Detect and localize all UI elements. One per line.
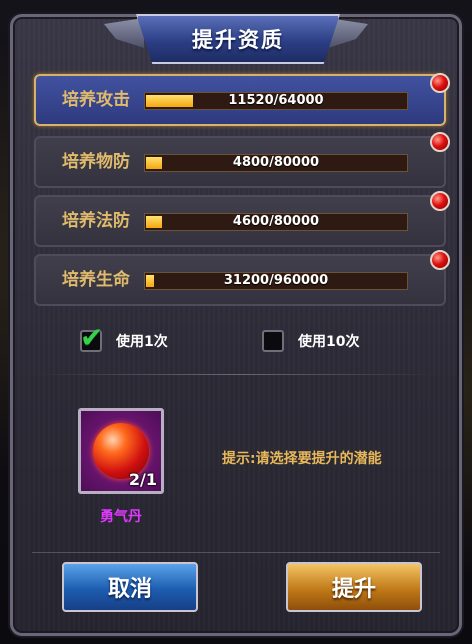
hint-text: 提示:请选择要提升的潜能 xyxy=(222,451,382,467)
notification-gem-icon xyxy=(430,132,450,152)
notification-gem-icon xyxy=(430,250,450,270)
stat-row-magic-defense[interactable]: 培养法防 4600/80000 xyxy=(34,195,446,247)
progress-bar: 4600/80000 xyxy=(144,213,408,231)
progress-bar: 11520/64000 xyxy=(144,92,408,110)
stat-row-physical-defense[interactable]: 培养物防 4800/80000 xyxy=(34,136,446,188)
checkbox-label: 使用1次 xyxy=(116,334,168,350)
checkbox-label: 使用10次 xyxy=(298,334,360,350)
stat-label: 培养生命 xyxy=(62,270,130,290)
stat-label: 培养法防 xyxy=(62,211,130,231)
progress-text: 4600/80000 xyxy=(232,214,320,229)
cancel-button[interactable]: 取消 xyxy=(62,562,198,612)
checkbox-use-ten[interactable] xyxy=(262,330,284,352)
progress-bar: 4800/80000 xyxy=(144,154,408,172)
stat-label: 培养攻击 xyxy=(62,90,130,110)
notification-gem-icon xyxy=(430,191,450,211)
stat-label: 培养物防 xyxy=(62,152,130,172)
stat-row-health[interactable]: 培养生命 31200/960000 xyxy=(34,254,446,306)
notification-gem-icon xyxy=(430,73,450,93)
divider xyxy=(34,374,438,375)
progress-text: 31200/960000 xyxy=(223,273,329,288)
progress-bar: 31200/960000 xyxy=(144,272,408,290)
option-use-once[interactable]: ✔ 使用1次 xyxy=(80,324,168,352)
item-slot[interactable]: 2/1 xyxy=(78,408,164,494)
progress-text: 4800/80000 xyxy=(232,155,320,170)
progress-text: 11520/64000 xyxy=(228,93,324,108)
stat-row-attack[interactable]: 培养攻击 11520/64000 xyxy=(34,74,446,126)
item-count: 2/1 xyxy=(128,470,157,489)
item-name: 勇气丹 xyxy=(100,509,142,525)
upgrade-button[interactable]: 提升 xyxy=(286,562,422,612)
divider xyxy=(32,552,440,553)
dialog-title: 提升资质 xyxy=(192,28,284,52)
option-use-ten[interactable]: 使用10次 xyxy=(262,330,359,352)
checkmark-icon: ✔ xyxy=(80,321,104,354)
dialog-title-banner: 提升资质 xyxy=(136,14,340,64)
checkbox-use-once[interactable]: ✔ xyxy=(80,324,103,352)
